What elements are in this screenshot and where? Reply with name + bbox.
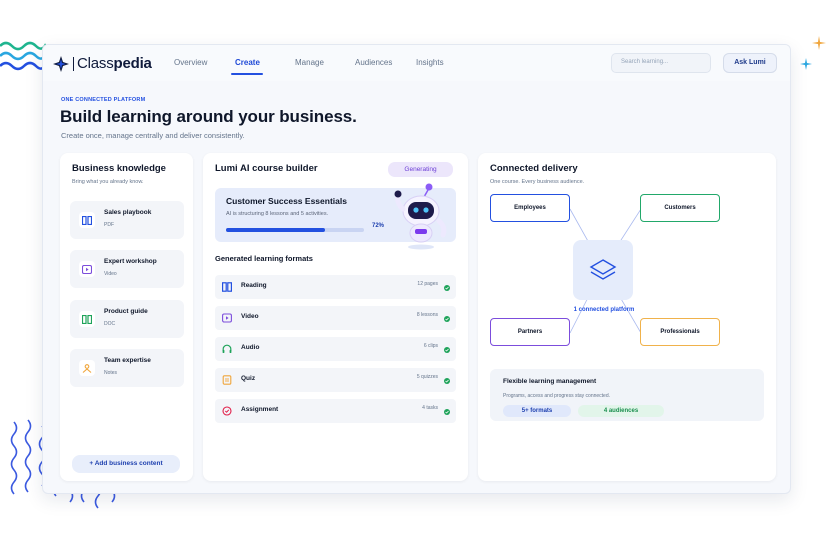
format-label: Audio bbox=[241, 344, 260, 351]
top-bar: Classpedia Overview Create Manage Audien… bbox=[43, 45, 790, 81]
knowledge-item-meta: Video bbox=[104, 271, 117, 277]
format-meta: 6 clips bbox=[423, 343, 438, 349]
logo-divider bbox=[73, 56, 74, 71]
format-row-quiz[interactable]: Quiz 5 quizzes bbox=[215, 368, 456, 392]
knowledge-item-team-expertise[interactable]: Team expertise Notes bbox=[70, 349, 184, 387]
flex-description: Programs, access and progress stay conne… bbox=[503, 393, 610, 399]
robot-mascot-icon bbox=[394, 183, 447, 250]
connected-delivery-card: Connected delivery One course. Every bus… bbox=[478, 153, 776, 481]
nav-overview[interactable]: Overview bbox=[174, 58, 207, 67]
sparkle-icon-top-right bbox=[812, 36, 826, 50]
format-row-reading[interactable]: Reading 12 pages bbox=[215, 275, 456, 299]
nav-audiences[interactable]: Audiences bbox=[355, 58, 392, 67]
audiences-pill: 4 audiences bbox=[578, 405, 664, 417]
app-window: Classpedia Overview Create Manage Audien… bbox=[42, 44, 791, 494]
knowledge-item-sales-playbook[interactable]: Sales playbook PDF bbox=[70, 201, 184, 239]
sparkle-icon-right bbox=[800, 58, 812, 70]
knowledge-item-label: Team expertise bbox=[104, 357, 151, 364]
knowledge-item-label: Sales playbook bbox=[104, 209, 152, 216]
headphones-icon bbox=[222, 344, 232, 353]
course-builder-card: Lumi AI course builder Generating Custom… bbox=[203, 153, 468, 481]
node-partners[interactable]: Partners bbox=[490, 318, 570, 346]
target-icon bbox=[222, 406, 232, 416]
progress-bar-fill bbox=[226, 228, 326, 232]
format-row-assignment[interactable]: Assignment 4 tasks bbox=[215, 399, 456, 423]
play-icon bbox=[79, 261, 95, 277]
knowledge-item-product-guide[interactable]: Product guide DOC bbox=[70, 300, 184, 338]
course-description: AI is structuring 8 lessons and 5 activi… bbox=[226, 211, 329, 217]
format-label: Quiz bbox=[241, 375, 256, 382]
progress-bar bbox=[226, 228, 364, 232]
format-meta: 12 pages bbox=[417, 281, 438, 287]
format-label: Reading bbox=[241, 282, 267, 289]
check-icon bbox=[444, 347, 450, 353]
check-icon bbox=[444, 285, 450, 291]
knowledge-item-meta: DOC bbox=[104, 321, 116, 327]
check-icon bbox=[444, 316, 450, 322]
format-row-audio[interactable]: Audio 6 clips bbox=[215, 337, 456, 361]
logo[interactable]: Classpedia bbox=[53, 55, 152, 72]
book-icon bbox=[222, 282, 232, 292]
ask-lumi-button[interactable]: Ask Lumi bbox=[723, 53, 777, 73]
page-subtitle: Create once, manage centrally and delive… bbox=[61, 131, 245, 140]
nav-insights[interactable]: Insights bbox=[416, 58, 444, 67]
format-meta: 5 quizzes bbox=[416, 374, 438, 380]
play-icon bbox=[222, 313, 232, 323]
progress-percentage: 72% bbox=[372, 223, 385, 229]
format-row-video[interactable]: Video 8 lessons bbox=[215, 306, 456, 330]
flexible-management-panel: Flexible learning management Programs, a… bbox=[490, 369, 764, 421]
knowledge-item-meta: PDF bbox=[104, 222, 114, 228]
nav-manage[interactable]: Manage bbox=[295, 58, 324, 67]
knowledge-item-label: Product guide bbox=[104, 308, 148, 315]
knowledge-item-meta: Notes bbox=[104, 370, 118, 376]
node-professionals[interactable]: Professionals bbox=[640, 318, 720, 346]
format-label: Video bbox=[241, 313, 259, 320]
nav-create[interactable]: Create bbox=[235, 58, 260, 67]
hub-label: 1 connected platform bbox=[573, 307, 635, 313]
platform-hub bbox=[573, 240, 633, 300]
add-business-content-button[interactable]: + Add business content bbox=[72, 455, 180, 473]
logo-text: Classpedia bbox=[77, 55, 152, 72]
check-icon bbox=[444, 409, 450, 415]
flex-title: Flexible learning management bbox=[503, 378, 597, 385]
knowledge-item-expert-workshop[interactable]: Expert workshop Video bbox=[70, 250, 184, 288]
nav-active-indicator bbox=[231, 73, 263, 75]
card-title: Lumi AI course builder bbox=[215, 163, 318, 174]
knowledge-item-label: Expert workshop bbox=[104, 258, 157, 265]
formats-pill: 5+ formats bbox=[503, 405, 571, 417]
page-title: Build learning around your business. bbox=[60, 107, 357, 126]
formats-section-title: Generated learning formats bbox=[215, 254, 313, 263]
format-meta: 4 tasks bbox=[422, 405, 438, 411]
layers-icon bbox=[589, 259, 617, 280]
quiz-icon bbox=[222, 375, 232, 385]
logo-mark-icon bbox=[53, 55, 69, 72]
eyebrow-label: ONE CONNECTED PLATFORM bbox=[61, 97, 146, 103]
format-meta: 8 lessons bbox=[416, 312, 438, 318]
search-input[interactable]: Search learning... bbox=[611, 53, 711, 73]
check-icon bbox=[444, 378, 450, 384]
status-badge: Generating bbox=[388, 162, 453, 177]
format-label: Assignment bbox=[241, 406, 279, 413]
book-icon bbox=[79, 212, 95, 228]
card-title: Business knowledge bbox=[72, 163, 166, 174]
decorative-waves-top-left bbox=[0, 41, 46, 71]
node-customers[interactable]: Customers bbox=[640, 194, 720, 222]
business-knowledge-card: Business knowledge Bring what you alread… bbox=[60, 153, 193, 481]
card-subtitle: Bring what you already know. bbox=[72, 179, 144, 185]
course-title: Customer Success Essentials bbox=[226, 196, 347, 206]
person-icon bbox=[79, 360, 95, 376]
node-employees[interactable]: Employees bbox=[490, 194, 570, 222]
book-icon bbox=[79, 311, 95, 327]
